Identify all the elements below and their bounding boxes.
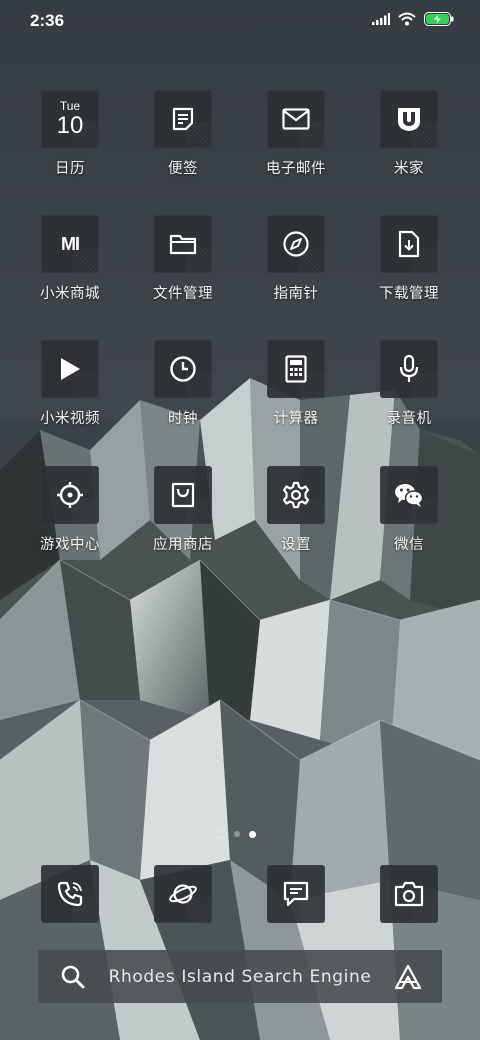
folder-icon xyxy=(154,215,212,273)
calendar-weekday: Tue xyxy=(59,99,81,113)
page-dot-active[interactable] xyxy=(249,830,256,838)
mijia-icon xyxy=(380,90,438,148)
app-label: 日历 xyxy=(55,161,85,177)
app-wechat[interactable]: 微信 xyxy=(353,466,465,554)
app-label: 小米视频 xyxy=(40,411,100,427)
notes-icon xyxy=(154,90,212,148)
app-label: 下载管理 xyxy=(379,286,439,302)
page-dot-minus-one[interactable] xyxy=(218,830,225,838)
status-bar: 2:36 xyxy=(0,0,480,42)
wechat-icon xyxy=(380,466,438,524)
dock-camera[interactable] xyxy=(353,865,465,923)
page-dot[interactable] xyxy=(234,831,240,837)
mi-logo-text: MI xyxy=(61,233,80,254)
signal-icon xyxy=(372,13,390,25)
gear-icon xyxy=(267,466,325,524)
crosshair-icon xyxy=(41,466,99,524)
dock-messages[interactable] xyxy=(240,865,352,923)
mail-icon xyxy=(267,90,325,148)
app-calendar[interactable]: Tue 10 日历 xyxy=(14,90,126,178)
calendar-icon: Tue 10 xyxy=(41,90,99,148)
page-indicator[interactable] xyxy=(218,830,256,838)
app-compass[interactable]: 指南针 xyxy=(240,215,352,303)
search-bar[interactable]: Rhodes Island Search Engine xyxy=(38,950,442,1003)
shopping-bag-icon xyxy=(154,466,212,524)
app-label: 便签 xyxy=(168,161,198,177)
app-recorder[interactable]: 录音机 xyxy=(353,340,465,428)
app-mi-store[interactable]: MI 小米商城 xyxy=(14,215,126,303)
app-label: 文件管理 xyxy=(153,286,213,302)
app-label: 小米商城 xyxy=(40,286,100,302)
message-icon xyxy=(267,865,325,923)
app-game-center[interactable]: 游戏中心 xyxy=(14,466,126,554)
app-label: 游戏中心 xyxy=(40,537,100,553)
mi-logo-icon: MI xyxy=(41,215,99,273)
app-app-store[interactable]: 应用商店 xyxy=(127,466,239,554)
calendar-day: 10 xyxy=(56,112,84,139)
microphone-icon xyxy=(380,340,438,398)
dock-phone[interactable] xyxy=(14,865,126,923)
search-icon[interactable] xyxy=(60,964,86,990)
app-label: 计算器 xyxy=(273,411,319,427)
camera-icon xyxy=(380,865,438,923)
app-label: 时钟 xyxy=(168,411,198,427)
dock-browser[interactable] xyxy=(127,865,239,923)
app-label: 米家 xyxy=(394,161,424,177)
app-label: 录音机 xyxy=(386,411,432,427)
rhodes-island-logo-icon[interactable] xyxy=(394,964,422,990)
app-mi-video[interactable]: 小米视频 xyxy=(14,340,126,428)
app-label: 电子邮件 xyxy=(266,161,326,177)
app-clock[interactable]: 时钟 xyxy=(127,340,239,428)
play-icon xyxy=(41,340,99,398)
app-downloads[interactable]: 下载管理 xyxy=(353,215,465,303)
phone-icon xyxy=(41,865,99,923)
app-label: 应用商店 xyxy=(153,537,213,553)
app-label: 设置 xyxy=(281,537,311,553)
clock-icon xyxy=(154,340,212,398)
app-file-manager[interactable]: 文件管理 xyxy=(127,215,239,303)
app-label: 指南针 xyxy=(273,286,319,302)
compass-icon xyxy=(267,215,325,273)
status-time: 2:36 xyxy=(30,11,65,30)
app-label: 微信 xyxy=(394,537,424,553)
download-icon xyxy=(380,215,438,273)
planet-icon xyxy=(154,865,212,923)
search-placeholder[interactable]: Rhodes Island Search Engine xyxy=(86,967,394,987)
app-calculator[interactable]: 计算器 xyxy=(240,340,352,428)
app-email[interactable]: 电子邮件 xyxy=(240,90,352,178)
wifi-icon xyxy=(398,12,416,26)
app-notes[interactable]: 便签 xyxy=(127,90,239,178)
calculator-icon xyxy=(267,340,325,398)
battery-charging-icon xyxy=(424,12,454,26)
app-mijia[interactable]: 米家 xyxy=(353,90,465,178)
app-settings[interactable]: 设置 xyxy=(240,466,352,554)
